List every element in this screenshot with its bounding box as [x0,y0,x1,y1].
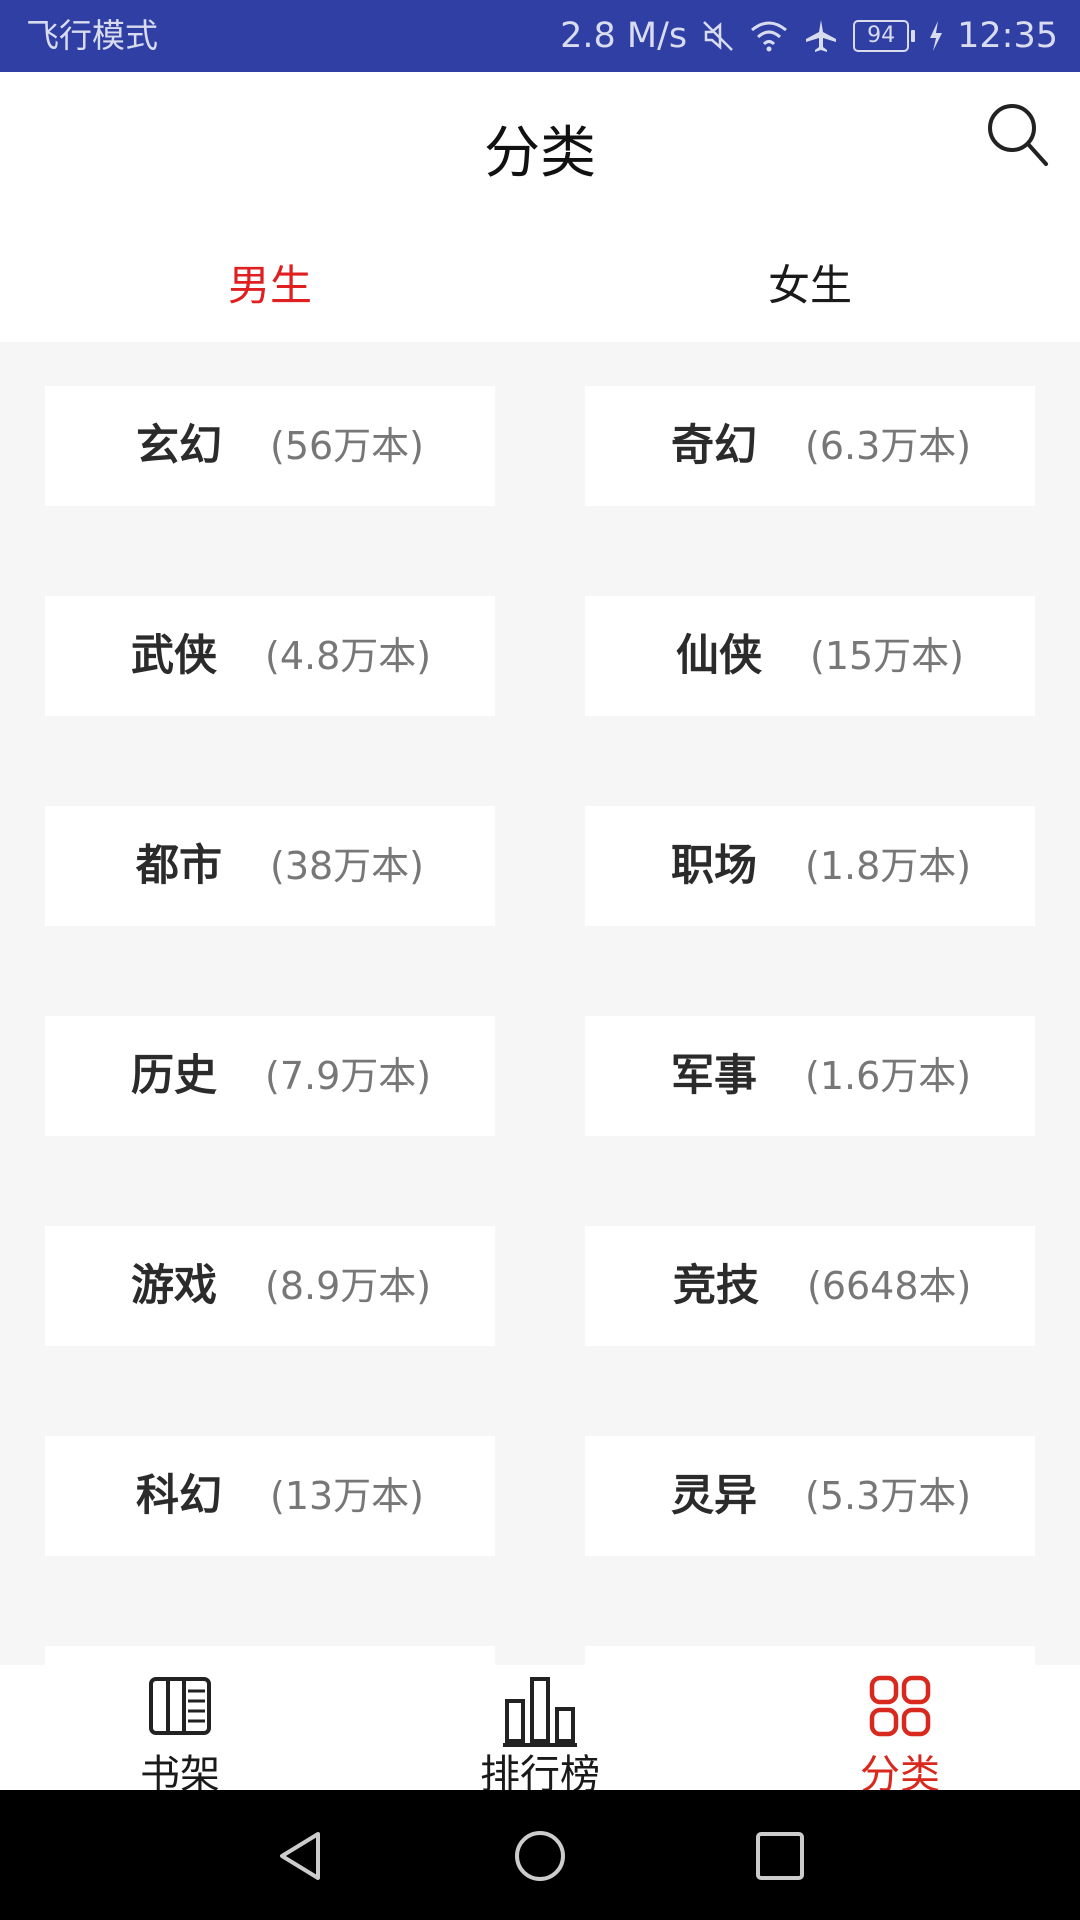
ranking-icon [503,1675,577,1751]
category-card-zhichang[interactable]: 职场 (1.8万本) [585,806,1035,926]
category-name: 武侠 [131,631,217,681]
header: 分类 男生 女生 [0,72,1080,342]
category-icon [869,1675,931,1741]
category-count: (56万本) [270,424,425,468]
category-name: 历史 [131,1051,217,1101]
recents-icon [756,1832,804,1880]
category-name: 灵异 [671,1471,757,1521]
clock: 12:35 [957,16,1058,56]
airplane-icon [803,18,839,54]
home-icon [515,1831,565,1881]
category-card-dushi[interactable]: 都市 (38万本) [45,806,495,926]
charging-icon [929,21,943,51]
back-icon [280,1832,320,1880]
category-name: 玄幻 [136,421,222,471]
category-name: 科幻 [136,1471,222,1521]
category-name: 都市 [136,841,222,891]
category-card-xuanhuan[interactable]: 玄幻 (56万本) [45,386,495,506]
category-grid: 玄幻 (56万本) 奇幻 (6.3万本) 武侠 (4.8万本) 仙侠 (15万本… [0,342,1080,1665]
category-count: (7.9万本) [265,1054,432,1098]
airplane-mode-label: 飞行模式 [26,16,158,55]
category-count: (5.3万本) [805,1474,972,1518]
category-count: (6648本) [807,1264,972,1308]
system-nav-bar [0,1790,1080,1920]
nav-ranking[interactable]: 排行榜 [360,1665,720,1798]
battery-icon: 94 [853,20,916,52]
category-card-wuxia[interactable]: 武侠 (4.8万本) [45,596,495,716]
tab-female[interactable]: 女生 [540,252,1080,313]
category-name: 仙侠 [676,631,762,681]
recents-button[interactable] [752,1828,808,1888]
category-count: (6.3万本) [805,424,972,468]
category-count: (8.9万本) [265,1264,432,1308]
search-icon [988,104,1048,166]
wifi-icon [749,19,789,53]
status-bar: 飞行模式 2.8 M/s 94 12:35 [0,0,1080,72]
bookshelf-icon [148,1675,212,1741]
category-name: 竞技 [673,1261,759,1311]
category-name: 游戏 [131,1261,217,1311]
category-count: (1.8万本) [805,844,972,888]
bottom-nav: 书架 排行榜 分类 [0,1665,1080,1798]
mute-icon [701,19,735,53]
nav-category[interactable]: 分类 [720,1665,1080,1798]
tab-male[interactable]: 男生 [0,252,540,313]
category-count: (15万本) [810,634,965,678]
category-card-qihuan[interactable]: 奇幻 (6.3万本) [585,386,1035,506]
category-name: 奇幻 [671,421,757,471]
home-button[interactable] [512,1828,568,1888]
category-count: (38万本) [270,844,425,888]
category-name: 职场 [671,841,757,891]
battery-level: 94 [853,20,910,52]
category-card-xianxia[interactable]: 仙侠 (15万本) [585,596,1035,716]
category-name: 军事 [671,1051,757,1101]
category-card-partial[interactable] [585,1646,1035,1665]
category-card-lingyi[interactable]: 灵异 (5.3万本) [585,1436,1035,1556]
nav-bookshelf[interactable]: 书架 [0,1665,360,1798]
back-button[interactable] [272,1828,328,1888]
category-count: (13万本) [270,1474,425,1518]
category-card-partial[interactable] [45,1646,495,1665]
status-icons: 2.8 M/s 94 12:35 [560,0,1058,72]
search-button[interactable] [986,100,1050,170]
category-count: (4.8万本) [265,634,432,678]
network-speed: 2.8 M/s [560,16,688,56]
category-card-kehuan[interactable]: 科幻 (13万本) [45,1436,495,1556]
page-title: 分类 [484,121,596,186]
category-card-youxi[interactable]: 游戏 (8.9万本) [45,1226,495,1346]
category-card-lishi[interactable]: 历史 (7.9万本) [45,1016,495,1136]
category-card-jingji[interactable]: 竞技 (6648本) [585,1226,1035,1346]
category-card-junshi[interactable]: 军事 (1.6万本) [585,1016,1035,1136]
category-count: (1.6万本) [805,1054,972,1098]
